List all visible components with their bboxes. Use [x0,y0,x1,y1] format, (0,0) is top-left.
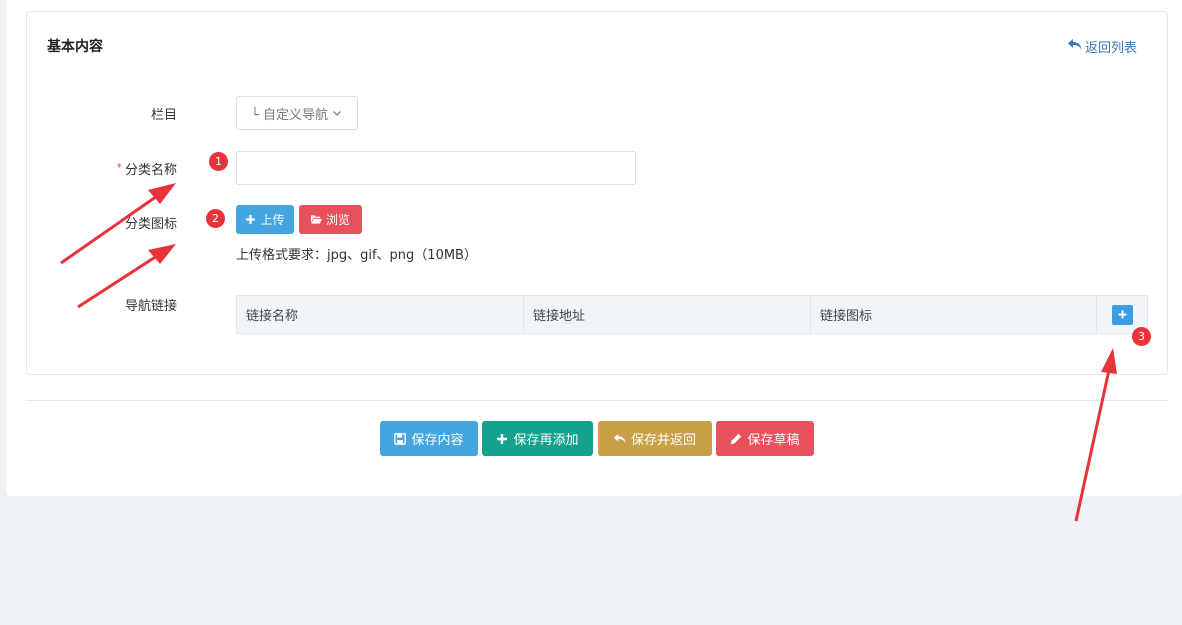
browse-button-label: 浏览 [325,213,350,227]
reply-arrow-icon [613,433,626,443]
footer-divider [26,400,1168,401]
required-mark: * [116,161,122,174]
chevron-down-icon [333,111,341,116]
category-name-label-text: 分类名称 [124,163,177,178]
save-content-label: 保存内容 [411,433,464,448]
plus-icon [246,215,256,224]
pencil-icon [731,433,742,444]
back-to-list-link[interactable]: 返回列表 [1067,37,1137,56]
save-and-add-button[interactable]: 保存再添加 [482,421,593,456]
plus-icon [497,433,508,444]
nav-links-label: 导航链接 [124,299,177,314]
upload-button-label: 上传 [260,213,285,227]
save-icon [394,432,407,445]
save-and-add-label: 保存再添加 [513,433,579,448]
page-container: 基本内容 返回列表 栏目 └ 自定义导航 * 分类名称 分类图标 上传 浏览 上传… [6,0,1182,496]
column-select-value: └ 自定义导航 [251,107,328,123]
browse-button[interactable]: 浏览 [299,205,362,234]
category-name-label: * 分类名称 [47,159,177,178]
folder-open-icon [310,215,322,224]
reply-arrow-icon [1067,38,1082,55]
add-row-button[interactable] [1111,304,1133,325]
save-and-return-button[interactable]: 保存并返回 [598,421,712,456]
basic-content-panel: 基本内容 返回列表 栏目 └ 自定义导航 * 分类名称 分类图标 上传 浏览 上传… [26,11,1168,375]
save-and-return-label: 保存并返回 [630,433,696,448]
annotation-badge-2: 2 [206,209,225,228]
save-draft-button[interactable]: 保存草稿 [716,421,814,456]
category-name-input[interactable] [236,151,636,185]
upload-format-hint: 上传格式要求：jpg、gif、png（10MB） [236,248,477,263]
category-icon-label: 分类图标 [124,217,177,232]
annotation-badge-3: 3 [1132,327,1151,346]
table-header-link-url: 链接地址 [524,296,811,333]
table-header-link-icon: 链接图标 [811,296,1097,333]
nav-links-table: 链接名称 链接地址 链接图标 [236,295,1148,334]
annotation-badge-1: 1 [209,152,228,171]
save-draft-label: 保存草稿 [747,433,800,448]
column-select[interactable]: └ 自定义导航 [236,96,358,130]
panel-title: 基本内容 [47,39,103,55]
table-header-link-name: 链接名称 [237,296,524,333]
column-label: 栏目 [150,108,177,123]
back-link-label: 返回列表 [1084,41,1137,56]
plus-icon [1118,310,1126,319]
save-content-button[interactable]: 保存内容 [380,421,478,456]
upload-button[interactable]: 上传 [236,205,294,234]
